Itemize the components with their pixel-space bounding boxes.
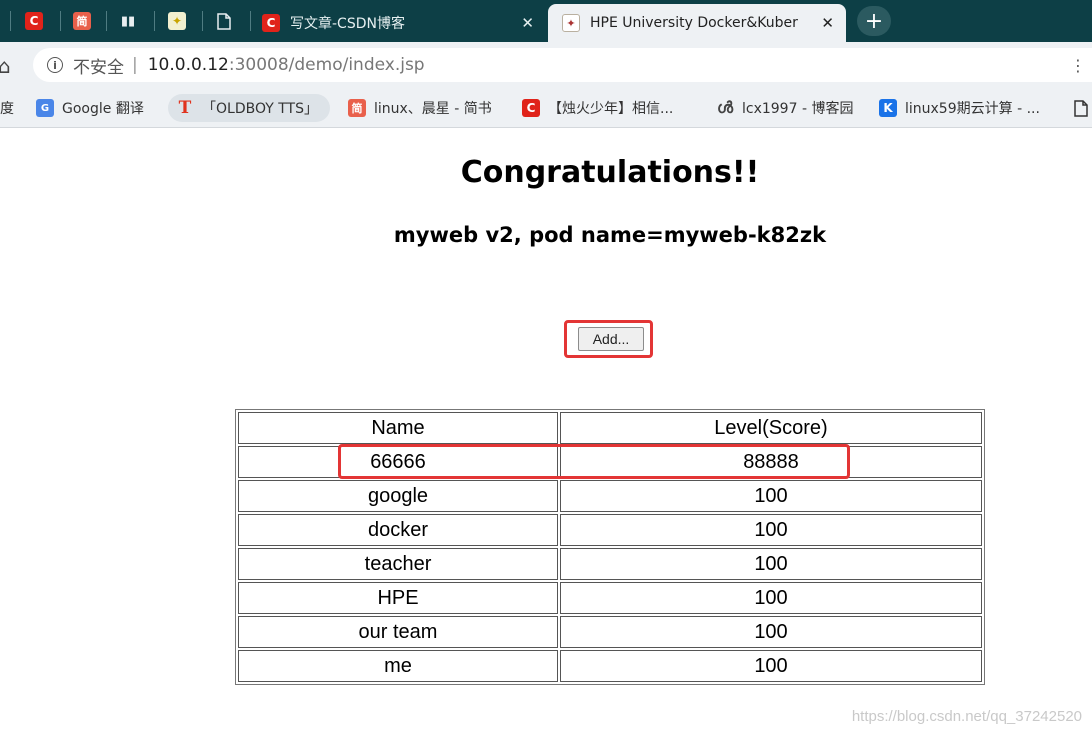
cnblogs-icon: ൾ xyxy=(716,98,734,117)
tab-separator xyxy=(106,11,107,31)
bookmark-label: 【烛火少年】相信... xyxy=(548,101,674,117)
bookmark-label: lcx1997 - 博客园 xyxy=(742,101,854,117)
bookmark-csdn-zhuhuo[interactable]: C 【烛火少年】相信... xyxy=(522,94,673,122)
cell-score: 88888 xyxy=(560,446,982,478)
new-tab-button[interactable]: + xyxy=(857,6,891,36)
watermark: https://blog.csdn.net/qq_37242520 xyxy=(851,708,1082,725)
bookmark-label: 度 xyxy=(0,101,14,117)
cell-name: google xyxy=(238,480,558,512)
tab-separator xyxy=(154,11,155,31)
bookmark-jianshu[interactable]: 简 linux、晨星 - 简书 xyxy=(348,94,492,122)
table-row: google 100 xyxy=(238,480,982,512)
column-header-name: Name xyxy=(238,412,558,444)
cell-score: 100 xyxy=(560,650,982,682)
tab-separator xyxy=(202,11,203,31)
tab-separator xyxy=(10,11,11,31)
bookmark-baidu[interactable]: 度 xyxy=(0,94,14,122)
url-path[interactable]: :30008/demo/index.jsp xyxy=(229,55,425,75)
table-row: docker 100 xyxy=(238,514,982,546)
csdn-icon: C xyxy=(522,99,540,117)
address-separator: | xyxy=(132,55,138,75)
tab-pinned-csdn[interactable]: C xyxy=(14,6,54,36)
bookmark-label: linux59期云计算 - ... xyxy=(905,101,1040,117)
add-button-annotation: Add... xyxy=(564,320,653,358)
bookmark-label: Google 翻译 xyxy=(62,101,144,117)
tab-pinned-book[interactable]: ▮▮ xyxy=(108,6,148,36)
column-header-score: Level(Score) xyxy=(560,412,982,444)
close-icon[interactable]: ✕ xyxy=(821,14,846,32)
cell-name: teacher xyxy=(238,548,558,580)
address-bar[interactable]: i 不安全 | 10.0.0.12:30008/demo/index.jsp xyxy=(33,48,1092,82)
url-host[interactable]: 10.0.0.12 xyxy=(148,55,229,75)
add-button[interactable]: Add... xyxy=(578,327,644,351)
t-icon: T xyxy=(178,98,192,118)
cell-score: 100 xyxy=(560,514,982,546)
home-icon[interactable]: ⌂ xyxy=(0,54,11,78)
cell-score: 100 xyxy=(560,548,982,580)
security-label[interactable]: 不安全 xyxy=(73,53,124,78)
lightbulb-icon: ✦ xyxy=(168,12,186,30)
book-icon: ▮▮ xyxy=(120,13,136,29)
cell-name: our team xyxy=(238,616,558,648)
page-icon xyxy=(215,12,233,30)
page-subtitle: myweb v2, pod name=myweb-k82zk xyxy=(393,223,827,247)
csdn-icon: C xyxy=(25,12,43,30)
tab-title: 写文章-CSDN博客 xyxy=(290,16,405,32)
k-icon: K xyxy=(879,99,897,117)
bookmark-label: 「OLDBOY TTS」 xyxy=(202,101,318,117)
google-translate-icon: G xyxy=(36,99,54,117)
tab-separator xyxy=(250,11,251,31)
page-icon xyxy=(1072,99,1090,117)
tab-pinned-page[interactable] xyxy=(204,6,244,36)
tab-pinned-jianshu[interactable]: 简 xyxy=(62,6,102,36)
tab-separator xyxy=(60,11,61,31)
tab-title: HPE University Docker&Kuber xyxy=(590,15,798,31)
bookmark-google-translate[interactable]: G Google 翻译 xyxy=(36,94,144,122)
jianshu-icon: 简 xyxy=(73,12,91,30)
tab-pinned-bulb[interactable]: ✦ xyxy=(157,6,197,36)
cell-score: 100 xyxy=(560,480,982,512)
menu-icon[interactable]: ⋮ xyxy=(1070,56,1086,75)
csdn-icon: C xyxy=(262,14,280,32)
cell-name: 66666 xyxy=(238,446,558,478)
cell-score: 100 xyxy=(560,616,982,648)
table-row: me 100 xyxy=(238,650,982,682)
table-row: HPE 100 xyxy=(238,582,982,614)
cell-name: HPE xyxy=(238,582,558,614)
cell-score: 100 xyxy=(560,582,982,614)
page-content: Congratulations!! myweb v2, pod name=myw… xyxy=(0,129,1092,733)
hpe-favicon-icon: ✦ xyxy=(562,14,580,32)
bookmark-page[interactable] xyxy=(1072,94,1092,122)
bookmark-cnblogs[interactable]: ൾ lcx1997 - 博客园 xyxy=(716,94,854,122)
jianshu-icon: 简 xyxy=(348,99,366,117)
score-table: Name Level(Score) 66666 88888 google 100… xyxy=(235,409,985,685)
cell-name: docker xyxy=(238,514,558,546)
bookmarks-bar: 度 G Google 翻译 T 「OLDBOY TTS」 简 linux、晨星 … xyxy=(0,88,1092,128)
bookmark-label: linux、晨星 - 简书 xyxy=(374,101,492,117)
cell-name: me xyxy=(238,650,558,682)
tab-csdn-write[interactable]: C 写文章-CSDN博客 ✕ xyxy=(252,4,546,42)
table-row: our team 100 xyxy=(238,616,982,648)
tab-strip: C 简 ▮▮ ✦ C 写文章-CSDN博客 ✕ ✦ HPE University… xyxy=(0,0,1092,42)
table-row: teacher 100 xyxy=(238,548,982,580)
browser-toolbar: ⌂ i 不安全 | 10.0.0.12:30008/demo/index.jsp… xyxy=(0,42,1092,88)
page-title: Congratulations!! xyxy=(460,155,760,190)
table-row: 66666 88888 xyxy=(238,446,982,478)
bookmark-oldboy-tts[interactable]: T 「OLDBOY TTS」 xyxy=(168,94,330,122)
table-header-row: Name Level(Score) xyxy=(238,412,982,444)
info-icon[interactable]: i xyxy=(47,57,63,73)
close-icon[interactable]: ✕ xyxy=(509,14,546,32)
tab-hpe-active[interactable]: ✦ HPE University Docker&Kuber ✕ xyxy=(548,4,846,42)
bookmark-linux59[interactable]: K linux59期云计算 - ... xyxy=(879,94,1040,122)
